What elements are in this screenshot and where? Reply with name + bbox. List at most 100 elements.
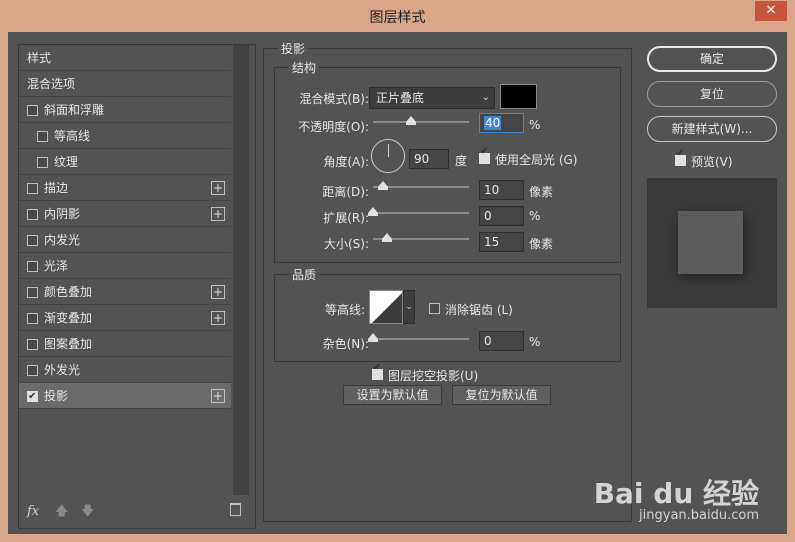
distance-slider-thumb[interactable]	[377, 181, 388, 190]
add-effect-icon[interactable]: +	[211, 389, 225, 403]
style-item[interactable]: 投影 +	[19, 383, 231, 410]
antialias-label: 消除锯齿 (L)	[445, 303, 513, 317]
style-checkbox[interactable]	[27, 235, 38, 246]
knockout-checkbox[interactable]	[372, 362, 383, 380]
style-checkbox[interactable]	[27, 339, 38, 350]
style-item[interactable]: 纹理	[19, 149, 231, 175]
angle-dial[interactable]	[371, 139, 405, 173]
preview-shape	[678, 211, 743, 274]
spread-slider[interactable]	[368, 207, 469, 216]
blend-mode-select[interactable]: 正片叠底 ⌄	[369, 87, 495, 109]
contour-dropdown-button[interactable]: ⌄	[403, 290, 415, 324]
style-item-label: 内发光	[44, 233, 81, 247]
style-item-label: 外发光	[44, 363, 81, 377]
style-item-label: 光泽	[44, 259, 69, 273]
shadow-color-swatch[interactable]	[500, 84, 537, 109]
style-checkbox[interactable]	[27, 209, 38, 220]
dialog-body: 样式 混合选项 斜面和浮雕 等高线 纹理 描边 + 内阴影 + 内发光 光泽 颜色叠加 + 渐变叠加 + 图案…	[8, 32, 787, 534]
opacity-slider-thumb[interactable]	[406, 116, 417, 125]
reset-default-button[interactable]: 复位为默认值	[452, 385, 551, 405]
size-slider-thumb[interactable]	[382, 233, 393, 242]
styles-list: 样式 混合选项 斜面和浮雕 等高线 纹理 描边 + 内阴影 + 内发光 光泽 颜色叠加 + 渐变叠加 + 图案…	[19, 45, 231, 410]
style-item-label: 混合选项	[27, 77, 76, 91]
noise-slider[interactable]	[368, 333, 469, 342]
style-item[interactable]: 等高线	[19, 123, 231, 149]
distance-slider[interactable]	[373, 181, 469, 190]
size-label: 大小(S):	[323, 237, 369, 251]
move-up-icon[interactable]: 🡅	[55, 502, 68, 524]
size-slider[interactable]	[373, 233, 469, 242]
style-item[interactable]: 混合选项	[19, 71, 231, 97]
opacity-slider[interactable]	[373, 116, 469, 125]
style-item-label: 等高线	[54, 129, 91, 143]
noise-unit: %	[529, 335, 541, 349]
style-checkbox[interactable]	[27, 365, 38, 376]
quality-title: 品质	[289, 266, 320, 283]
drop-shadow-group: 投影 结构 混合模式(B): 正片叠底 ⌄ 不透明度(O): 40 % 角度(A…	[263, 40, 632, 522]
style-item[interactable]: 外发光	[19, 357, 231, 383]
style-checkbox[interactable]	[27, 384, 38, 410]
fx-icon[interactable]: fx	[27, 504, 39, 519]
add-effect-icon[interactable]: +	[211, 285, 225, 299]
size-input[interactable]: 15	[479, 232, 524, 252]
window-title: 图层样式	[369, 10, 426, 26]
trash-icon[interactable]	[230, 503, 241, 516]
noise-input[interactable]: 0	[479, 331, 524, 351]
angle-unit: 度	[455, 154, 468, 168]
style-item[interactable]: 渐变叠加 +	[19, 305, 231, 331]
style-item[interactable]: 内阴影 +	[19, 201, 231, 227]
preview-label: 预览(V)	[691, 155, 733, 169]
style-item-label: 纹理	[54, 155, 79, 169]
global-light-checkbox[interactable]	[479, 146, 490, 164]
style-item[interactable]: 样式	[19, 45, 231, 71]
noise-slider-thumb[interactable]	[368, 333, 378, 342]
move-down-icon[interactable]: 🡇	[81, 502, 94, 524]
style-item[interactable]: 颜色叠加 +	[19, 279, 231, 305]
distance-input[interactable]: 10	[479, 180, 524, 200]
drop-shadow-title: 投影	[278, 40, 309, 57]
reset-button[interactable]: 复位	[647, 81, 777, 107]
styles-footer: fx 🡅 🡇	[19, 494, 249, 528]
ok-button[interactable]: 确定	[647, 46, 777, 72]
knockout-label: 图层挖空投影(U)	[388, 369, 479, 383]
spread-input[interactable]: 0	[479, 206, 524, 226]
style-item[interactable]: 描边 +	[19, 175, 231, 201]
style-item-label: 投影	[44, 389, 69, 403]
spread-slider-thumb[interactable]	[368, 207, 378, 216]
contour-curve-icon	[372, 293, 402, 323]
style-checkbox[interactable]	[27, 287, 38, 298]
style-checkbox[interactable]	[37, 157, 48, 168]
style-checkbox[interactable]	[27, 183, 38, 194]
style-item[interactable]: 图案叠加	[19, 331, 231, 357]
new-style-button[interactable]: 新建样式(W)...	[647, 116, 777, 142]
spread-unit: %	[529, 209, 541, 223]
blend-mode-label: 混合模式(B):	[299, 92, 369, 106]
close-button[interactable]: ✕	[755, 1, 787, 21]
noise-label: 杂色(N):	[322, 337, 369, 351]
style-item[interactable]: 斜面和浮雕	[19, 97, 231, 123]
blend-mode-value: 正片叠底	[376, 91, 425, 105]
opacity-unit: %	[529, 118, 541, 132]
styles-scrollbar[interactable]	[233, 45, 249, 495]
preview-checkbox[interactable]	[675, 148, 686, 166]
style-item-label: 渐变叠加	[44, 311, 93, 325]
style-item-label: 描边	[44, 181, 69, 195]
make-default-button[interactable]: 设置为默认值	[343, 385, 442, 405]
style-checkbox[interactable]	[37, 131, 48, 142]
antialias-checkbox[interactable]	[429, 303, 440, 314]
style-item[interactable]: 内发光	[19, 227, 231, 253]
add-effect-icon[interactable]: +	[211, 311, 225, 325]
add-effect-icon[interactable]: +	[211, 207, 225, 221]
style-checkbox[interactable]	[27, 313, 38, 324]
add-effect-icon[interactable]: +	[211, 181, 225, 195]
opacity-input[interactable]: 40	[479, 113, 524, 133]
angle-input[interactable]: 90	[409, 149, 449, 169]
contour-preview[interactable]	[369, 290, 403, 324]
style-checkbox[interactable]	[27, 261, 38, 272]
structure-group: 结构 混合模式(B): 正片叠底 ⌄ 不透明度(O): 40 % 角度(A):	[274, 59, 621, 263]
style-checkbox[interactable]	[27, 105, 38, 116]
style-item[interactable]: 光泽	[19, 253, 231, 279]
structure-title: 结构	[289, 59, 320, 76]
contour-label: 等高线:	[324, 303, 365, 317]
watermark-logo: Bai du 经验	[593, 477, 759, 510]
